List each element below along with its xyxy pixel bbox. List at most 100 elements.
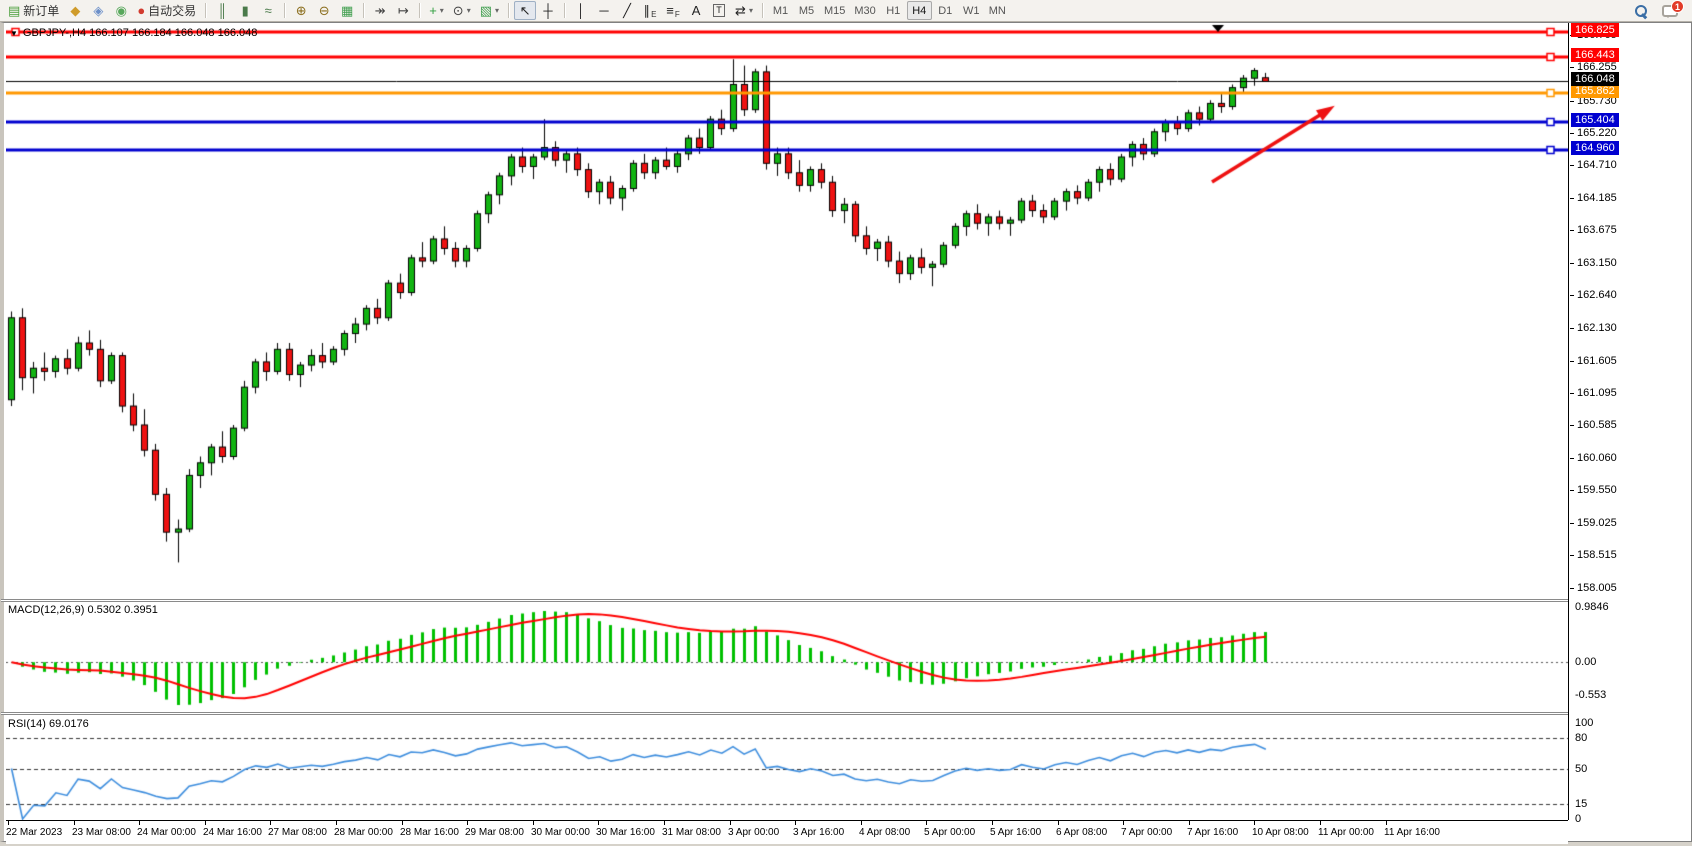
time-axis-tick (1254, 821, 1255, 825)
dropdown-arrow-icon[interactable]: ▾ (440, 6, 444, 15)
line-chart-button[interactable]: ≈ (257, 1, 279, 20)
toolbar-separator (508, 3, 509, 18)
candlestick-chart-button[interactable]: ▮ (234, 1, 256, 20)
timeframe-w1-button[interactable]: W1 (959, 1, 984, 20)
price-tick-label: 164.710 (1577, 159, 1617, 171)
rsi-pane-canvas[interactable] (6, 716, 1568, 821)
signals-button[interactable]: ◉ (110, 1, 132, 20)
time-label: 30 Mar 00:00 (531, 827, 590, 838)
time-label: 30 Mar 16:00 (596, 827, 655, 838)
price-tick-label: 163.675 (1577, 224, 1617, 236)
time-label: 3 Apr 16:00 (793, 827, 844, 838)
time-label: 5 Apr 00:00 (924, 827, 975, 838)
vertical-line-button[interactable]: │ (570, 1, 592, 20)
chart-title: ▼ GBPJPY-,H4 166.107 166.184 166.048 166… (10, 27, 257, 39)
time-label: 28 Mar 00:00 (334, 827, 393, 838)
templates-button[interactable]: ▧▾ (476, 1, 503, 20)
search-icon[interactable] (1634, 4, 1648, 18)
time-label: 31 Mar 08:00 (662, 827, 721, 838)
time-axis-tick (1320, 821, 1321, 825)
auto-scroll-icon: ↠ (375, 4, 386, 17)
horizontal-line-icon: ─ (599, 4, 608, 17)
dropdown-arrow-icon[interactable]: ▾ (467, 6, 471, 15)
rsi-indicator-label: RSI(14) 69.0176 (8, 718, 89, 730)
timeframe-m15-button[interactable]: M15 (820, 1, 849, 20)
time-label: 22 Mar 2023 (6, 827, 62, 838)
tile-windows-button[interactable]: ▦ (336, 1, 358, 20)
signals-icon: ◉ (116, 4, 127, 17)
time-axis: 22 Mar 202323 Mar 08:0024 Mar 00:0024 Ma… (6, 820, 1568, 844)
price-chart-canvas[interactable] (6, 24, 1568, 600)
price-level-label[interactable]: 166.825 (1571, 23, 1619, 37)
chart-shift-button[interactable]: ↦ (392, 1, 414, 20)
notification-badge: 1 (1671, 0, 1684, 13)
arrows-button[interactable]: ⇄▾ (731, 1, 757, 20)
bar-chart-icon: ║ (218, 4, 227, 17)
timeframe-m5-button[interactable]: M5 (794, 1, 819, 20)
text-label-button[interactable]: T (708, 1, 730, 20)
autotrading-icon: ● (137, 4, 145, 17)
line-chart-icon: ≈ (265, 4, 272, 17)
zoom-in-button[interactable]: ⊕ (290, 1, 312, 20)
zoom-out-icon: ⊖ (319, 4, 330, 17)
rsi-axis-label: 0 (1575, 813, 1581, 825)
time-axis-tick (336, 821, 337, 825)
price-axis-tick (1570, 101, 1574, 102)
price-level-label[interactable]: 164.960 (1571, 141, 1619, 155)
pane-separator-rsi[interactable] (1, 712, 1691, 715)
price-level-label[interactable]: 165.404 (1571, 113, 1619, 127)
horizontal-line-button[interactable]: ─ (593, 1, 615, 20)
cursor-button[interactable]: ↖ (514, 1, 536, 20)
trendline-button[interactable]: ╱ (616, 1, 638, 20)
timeframe-m30-button[interactable]: M30 (850, 1, 879, 20)
fibonacci-button[interactable]: ≡F (662, 1, 684, 20)
zoom-out-button[interactable]: ⊖ (313, 1, 335, 20)
time-label: 29 Mar 08:00 (465, 827, 524, 838)
chart-title-text: GBPJPY-,H4 166.107 166.184 166.048 166.0… (23, 27, 257, 39)
dropdown-arrow-icon[interactable]: ▾ (495, 6, 499, 15)
macd-axis-label: 0.00 (1575, 656, 1596, 668)
dropdown-arrow-icon[interactable]: ▾ (749, 6, 753, 15)
time-axis-tick (74, 821, 75, 825)
time-label: 27 Mar 08:00 (268, 827, 327, 838)
pane-separator-macd[interactable] (1, 599, 1691, 602)
time-axis-tick (533, 821, 534, 825)
time-label: 10 Apr 08:00 (1252, 827, 1309, 838)
equidistant-channel-button[interactable]: ∥E (639, 1, 661, 20)
price-tick-label: 158.515 (1577, 549, 1617, 561)
market-button[interactable]: ◆ (64, 1, 86, 20)
toolbar-separator (363, 3, 364, 18)
timeframe-mn-button[interactable]: MN (985, 1, 1010, 20)
price-axis-tick (1570, 263, 1574, 264)
text-button[interactable]: A (685, 1, 707, 20)
zoom-in-icon: ⊕ (296, 4, 307, 17)
price-tick-label: 160.585 (1577, 419, 1617, 431)
indicators-button[interactable]: +▾ (425, 1, 448, 20)
expand-arrow-icon[interactable]: ▼ (10, 29, 18, 38)
candlestick-chart-icon: ▮ (242, 4, 249, 17)
arrows-icon: ⇄ (735, 4, 746, 17)
bar-chart-button[interactable]: ║ (211, 1, 233, 20)
price-axis-tick (1570, 588, 1574, 589)
periods-button[interactable]: ⊙▾ (449, 1, 475, 20)
metaeditor-button[interactable]: ◈ (87, 1, 109, 20)
timeframe-h1-button[interactable]: H1 (881, 1, 906, 20)
macd-pane-canvas[interactable] (6, 603, 1568, 713)
auto-scroll-button[interactable]: ↠ (369, 1, 391, 20)
timeframe-h4-button[interactable]: H4 (907, 1, 932, 20)
crosshair-button[interactable]: ┼ (537, 1, 559, 20)
rsi-axis-label: 15 (1575, 798, 1587, 810)
time-label: 4 Apr 08:00 (859, 827, 910, 838)
price-level-label[interactable]: 166.443 (1571, 48, 1619, 62)
autotrading-button[interactable]: ●自动交易 (133, 1, 200, 20)
timeframe-d1-button[interactable]: D1 (933, 1, 958, 20)
price-level-label[interactable]: 165.862 (1571, 84, 1619, 98)
new-order-button[interactable]: ▤新订单 (4, 1, 63, 20)
notifications-icon[interactable]: 1 (1662, 5, 1678, 17)
new-order-button-label: 新订单 (23, 2, 59, 19)
time-axis-tick (664, 821, 665, 825)
chart-window (0, 22, 1692, 842)
timeframe-m1-button[interactable]: M1 (768, 1, 793, 20)
macd-axis-label: 0.9846 (1575, 601, 1609, 613)
trendline-icon: ╱ (623, 4, 631, 17)
